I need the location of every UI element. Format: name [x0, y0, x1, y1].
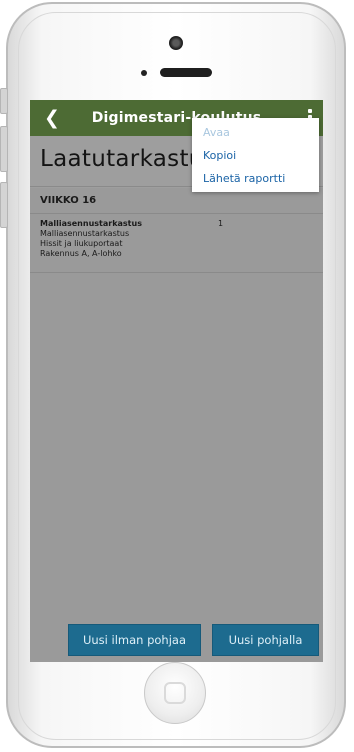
front-camera	[169, 36, 183, 50]
section-label: VIIKKO 16	[40, 195, 97, 206]
earpiece-speaker	[160, 68, 212, 77]
list-item[interactable]: Malliasennustarkastus Malliasennustarkas…	[30, 216, 323, 272]
item-category: Hissit ja liukuportaat	[40, 239, 123, 248]
item-title: Malliasennustarkastus	[40, 219, 142, 228]
divider	[30, 213, 323, 214]
footer-actions: Uusi ilman pohjaa Uusi pohjalla	[30, 608, 323, 662]
volume-up-button	[0, 126, 8, 172]
home-square-icon	[164, 682, 186, 704]
item-number: 1	[218, 219, 224, 228]
item-template: Malliasennustarkastus	[40, 229, 130, 238]
menu-item-copy[interactable]: Kopioi	[203, 149, 236, 162]
volume-down-button	[0, 182, 8, 228]
menu-item-open: Avaa	[203, 126, 230, 139]
home-button[interactable]	[144, 662, 206, 724]
proximity-sensor	[141, 70, 147, 76]
item-location: Rakennus A, A-lohko	[40, 249, 122, 258]
divider	[30, 272, 323, 273]
new-without-template-button[interactable]: Uusi ilman pohjaa	[68, 624, 201, 656]
menu-item-send-report[interactable]: Lähetä raportti	[203, 172, 285, 185]
mute-switch	[0, 88, 8, 114]
new-with-template-button[interactable]: Uusi pohjalla	[212, 624, 319, 656]
context-menu: Avaa Kopioi Lähetä raportti	[192, 118, 319, 192]
